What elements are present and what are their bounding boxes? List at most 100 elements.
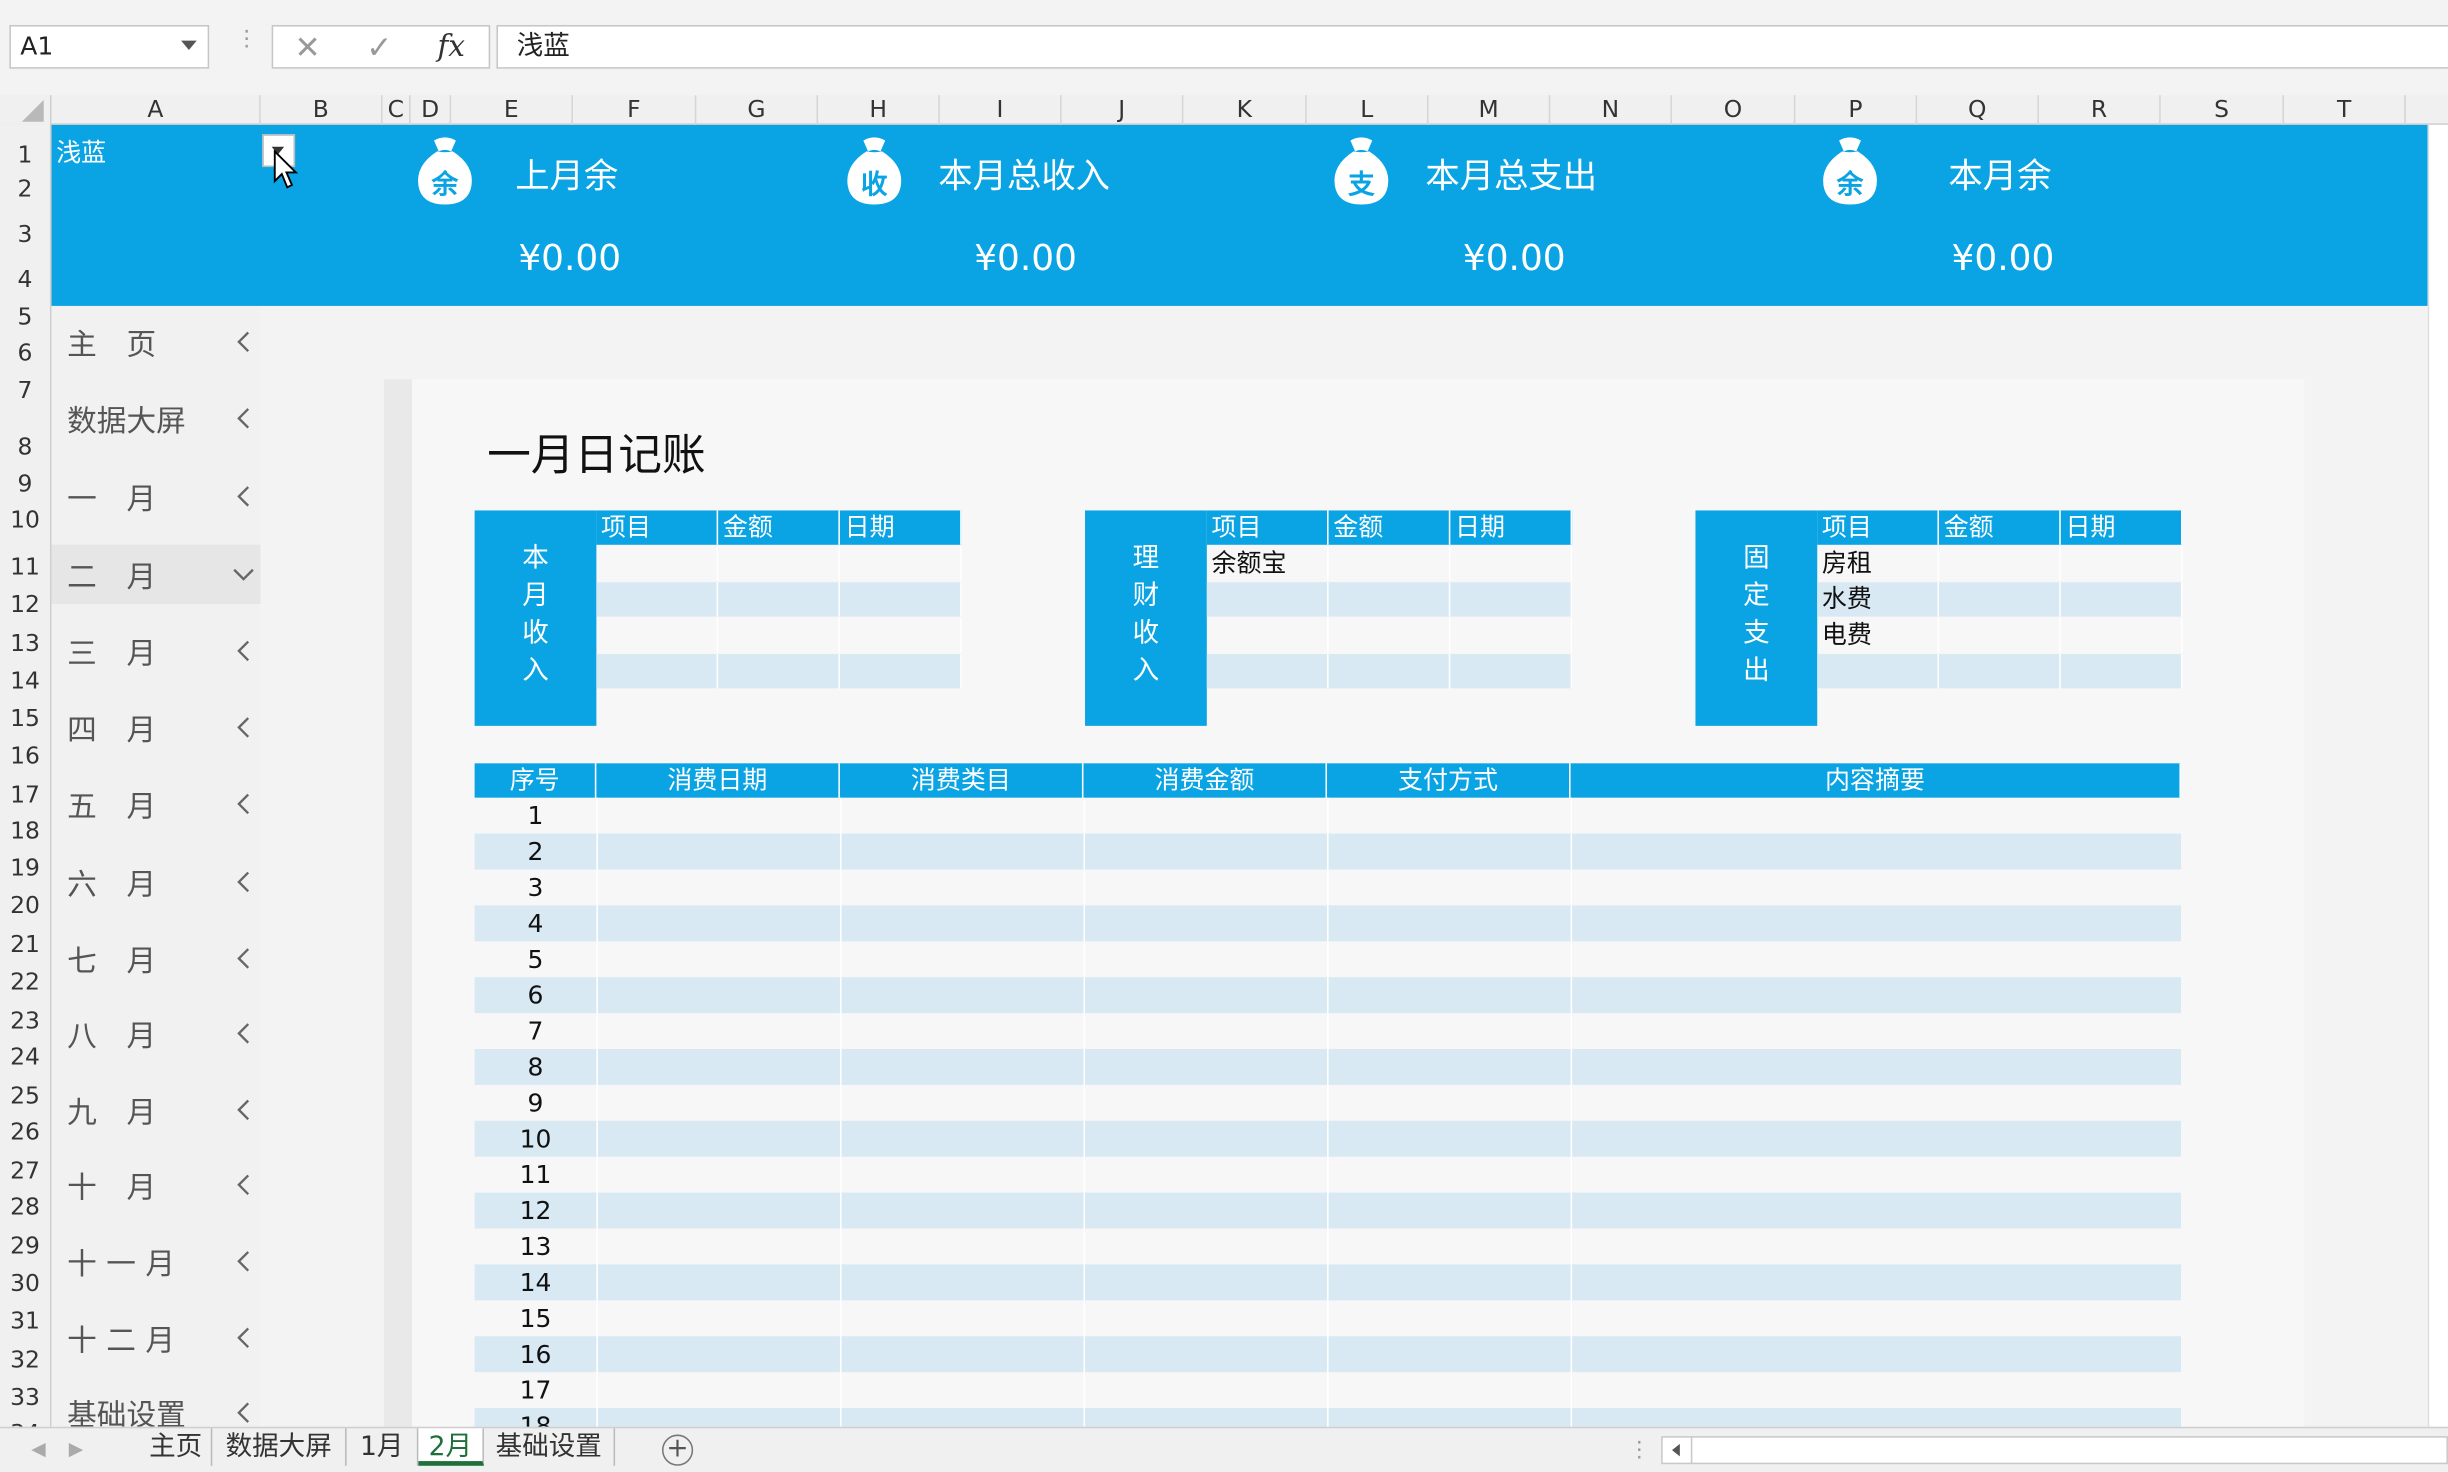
sidebar-item[interactable]: 十 二 月 (52, 1308, 261, 1367)
fixed-expense-table-cell[interactable] (2061, 654, 2183, 689)
sheet-tab[interactable]: 数据大屏 (212, 1428, 347, 1466)
row-header-9[interactable]: 9 (0, 471, 50, 496)
sheet-tab-active[interactable]: 2月 (418, 1428, 484, 1466)
sidebar-item[interactable]: 十 一 月 (52, 1232, 261, 1291)
row-header-11[interactable]: 11 (0, 554, 50, 579)
column-header-p[interactable]: P (1795, 95, 1918, 125)
column-header-i[interactable]: I (940, 95, 1062, 125)
finance-table-header-cell[interactable]: 金额 (1329, 510, 1451, 545)
income-table-cell[interactable] (718, 654, 840, 689)
ledger-header-cell[interactable]: 消费金额 (1083, 763, 1328, 798)
row-header-23[interactable]: 23 (0, 1008, 50, 1033)
name-box-dropdown-icon[interactable] (181, 40, 197, 50)
ledger-header-cell[interactable]: 消费日期 (596, 763, 840, 798)
row-header-29[interactable]: 29 (0, 1233, 50, 1258)
column-header-r[interactable]: R (2039, 95, 2161, 125)
fixed-expense-table-cell[interactable] (1939, 654, 2061, 689)
finance-table-cell[interactable] (1329, 582, 1451, 617)
row-header-10[interactable]: 10 (0, 507, 50, 532)
finance-table-header-cell[interactable]: 日期 (1450, 510, 1573, 545)
column-header-m[interactable]: M (1428, 95, 1551, 125)
income-table-cell[interactable] (840, 582, 962, 617)
row-header-5[interactable]: 5 (0, 304, 50, 329)
chevron-left-icon[interactable] (233, 637, 255, 665)
chevron-left-icon[interactable] (233, 790, 255, 818)
finance-table-header-cell[interactable]: 项目 (1207, 510, 1329, 545)
column-header-d[interactable]: D (411, 95, 452, 125)
ledger-row[interactable]: 8 (474, 1048, 2181, 1085)
row-header-2[interactable]: 2 (0, 176, 50, 201)
row-header-22[interactable]: 22 (0, 969, 50, 994)
chevron-left-icon[interactable] (233, 1096, 255, 1124)
chevron-left-icon[interactable] (233, 713, 255, 741)
ledger-row[interactable]: 2 (474, 833, 2181, 870)
sidebar-item[interactable]: 七 月 (52, 929, 261, 988)
ledger-row[interactable]: 15 (475, 1300, 2181, 1337)
row-header-15[interactable]: 15 (0, 706, 50, 731)
finance-table-cell[interactable] (1450, 654, 1573, 689)
row-header-1[interactable]: 1 (0, 142, 50, 167)
row-header-30[interactable]: 30 (0, 1271, 50, 1296)
fixed-expense-table-header-cell[interactable]: 项目 (1817, 510, 1940, 545)
row-header-26[interactable]: 26 (0, 1119, 50, 1144)
sidebar-item[interactable]: 四 月 (52, 698, 261, 757)
fixed-expense-table-cell[interactable] (1939, 546, 2061, 581)
ledger-row[interactable]: 14 (474, 1264, 2181, 1301)
fixed-expense-table-cell[interactable] (2061, 618, 2183, 653)
sidebar-item[interactable]: 主 页 (52, 312, 261, 371)
chevron-left-icon[interactable] (233, 944, 255, 972)
finance-table-cell[interactable] (1450, 546, 1573, 581)
finance-table-cell[interactable]: 余额宝 (1207, 546, 1329, 581)
row-header-4[interactable]: 4 (0, 267, 50, 292)
fixed-expense-table-cell[interactable]: 电费 (1817, 618, 1940, 653)
chevron-left-icon[interactable] (233, 482, 255, 510)
row-header-3[interactable]: 3 (0, 222, 50, 247)
finance-table-cell[interactable] (1207, 618, 1329, 653)
row-header-8[interactable]: 8 (0, 434, 50, 459)
income-table-cell[interactable] (718, 618, 840, 653)
chevron-down-icon[interactable] (233, 560, 255, 588)
chevron-left-icon[interactable] (233, 404, 255, 432)
select-all-icon[interactable] (21, 99, 44, 122)
ledger-row[interactable]: 12 (474, 1192, 2181, 1229)
column-header-j[interactable]: J (1062, 95, 1184, 125)
column-header-h[interactable]: H (818, 95, 940, 125)
income-table-cell[interactable] (718, 582, 840, 617)
fixed-expense-table-cell[interactable] (1817, 654, 1940, 689)
column-header-l[interactable]: L (1307, 95, 1429, 125)
income-table-cell[interactable] (596, 654, 719, 689)
ledger-row[interactable]: 3 (475, 869, 2181, 906)
row-header-25[interactable]: 25 (0, 1083, 50, 1108)
insert-function-icon[interactable]: fx (420, 27, 482, 68)
income-table-header-cell[interactable]: 金额 (718, 510, 840, 545)
tab-split-grip-icon[interactable]: ⋮ (1628, 1438, 1650, 1463)
row-header-33[interactable]: 33 (0, 1385, 50, 1410)
ledger-row[interactable]: 4 (474, 905, 2181, 942)
fixed-expense-table-cell[interactable]: 水费 (1817, 582, 1940, 617)
sidebar-item[interactable]: 八 月 (52, 1004, 261, 1063)
ledger-row[interactable]: 6 (474, 977, 2181, 1014)
income-table-cell[interactable] (596, 582, 719, 617)
income-table-cell[interactable] (840, 618, 962, 653)
fixed-expense-table-header-cell[interactable]: 金额 (1939, 510, 2061, 545)
chevron-left-icon[interactable] (233, 328, 255, 356)
column-header-o[interactable]: O (1672, 95, 1796, 125)
sidebar-item[interactable]: 二 月 (51, 544, 261, 605)
ledger-row[interactable]: 7 (475, 1013, 2181, 1049)
chevron-left-icon[interactable] (233, 1247, 255, 1275)
column-header-t[interactable]: T (2284, 95, 2406, 125)
finance-table-cell[interactable] (1329, 618, 1451, 653)
sidebar-item[interactable]: 五 月 (52, 774, 261, 833)
chevron-left-icon[interactable] (233, 868, 255, 896)
column-header-e[interactable]: E (451, 95, 573, 125)
row-header-24[interactable]: 24 (0, 1044, 50, 1069)
cancel-icon[interactable]: ✕ (276, 27, 338, 68)
row-header-6[interactable]: 6 (0, 340, 50, 365)
row-header-20[interactable]: 20 (0, 893, 50, 918)
row-header-14[interactable]: 14 (0, 668, 50, 693)
finance-table-cell[interactable] (1450, 618, 1573, 653)
ledger-row[interactable]: 17 (475, 1372, 2181, 1409)
sidebar-item[interactable]: 基础设置 (52, 1383, 261, 1427)
row-header-12[interactable]: 12 (0, 592, 50, 617)
ledger-row[interactable]: 5 (475, 941, 2181, 978)
